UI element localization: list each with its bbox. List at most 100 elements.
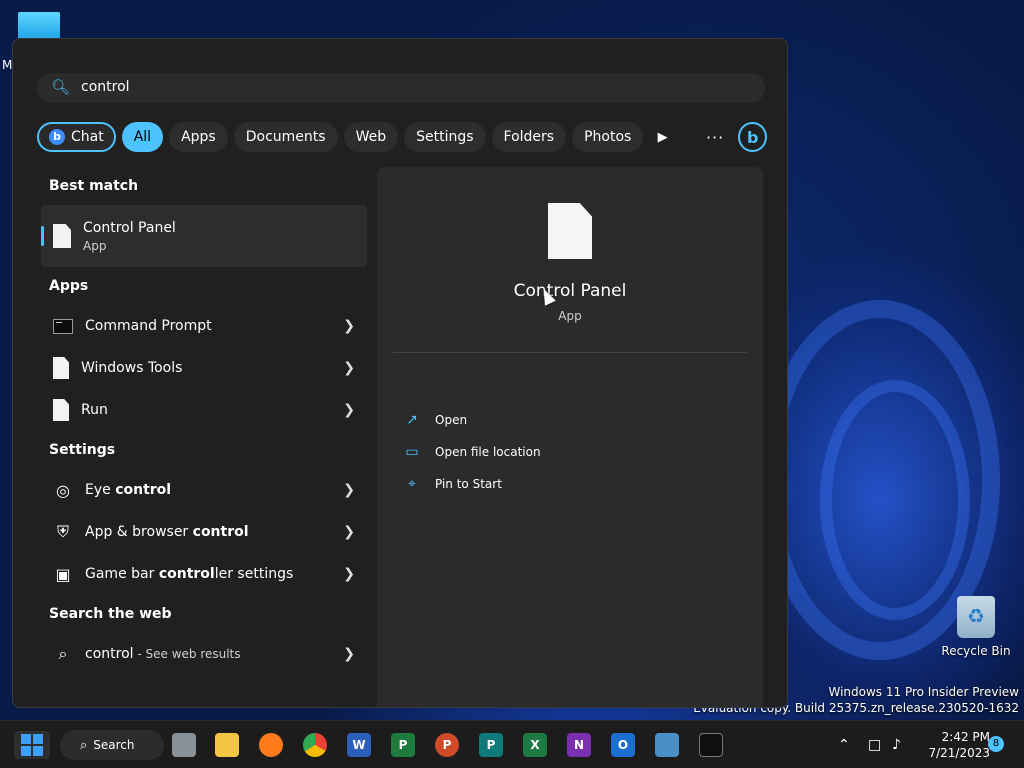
chevron-right-icon[interactable]: ❯ [343,360,355,376]
desktop-icon-label: M [2,58,13,72]
filter-bar: b Chat All Apps Documents Web Settings F… [37,121,767,153]
filter-apps[interactable]: Apps [169,122,228,152]
search-icon: 🔍︎ [51,78,71,96]
windows-logo-icon [21,734,43,756]
clock[interactable]: 2:42 PM 7/21/2023 [920,729,990,761]
folder-icon: ▭ [405,444,419,460]
settings-item-label: Eye control [85,482,172,498]
action-label: Pin to Start [435,477,502,491]
file-explorer-icon[interactable] [215,733,239,757]
app-item-command-prompt[interactable]: Command Prompt ❯ [41,305,367,347]
recycle-bin-label: Recycle Bin [941,644,1011,658]
chrome-icon[interactable] [303,733,327,757]
touch-keyboard-icon[interactable] [655,733,679,757]
web-search-item[interactable]: ⌕ control - See web results ❯ [41,633,367,675]
search-icon: ⌕ [58,644,68,663]
action-pin-to-start[interactable]: ⌖ Pin to Start [403,472,502,496]
filter-web[interactable]: Web [343,122,399,152]
chevron-right-icon[interactable]: ❯ [343,482,355,498]
best-match-item[interactable]: Control Panel App [41,205,367,267]
start-search-panel: 🔍︎ control b Chat All Apps Documents Web… [12,38,788,708]
document-icon [53,357,69,379]
action-label: Open file location [435,445,541,459]
command-prompt-icon [53,318,73,334]
filter-settings[interactable]: Settings [404,122,486,152]
preview-divider [393,352,747,353]
chat-button[interactable]: b Chat [37,122,116,152]
results-list: Best match Control Panel App Apps Comman… [41,167,367,675]
recycle-bin[interactable]: Recycle Bin [940,596,1012,658]
app-item-windows-tools[interactable]: Windows Tools ❯ [41,347,367,389]
recycle-bin-icon [957,596,995,638]
taskbar-search-label: Search [93,738,135,752]
taskbar-search-button[interactable]: ⌕ Search [60,730,164,760]
start-button[interactable] [14,731,50,759]
app-item-run[interactable]: Run ❯ [41,389,367,431]
eye-control-icon: ◎ [56,480,70,500]
bing-chat-icon: b [49,129,65,145]
more-options-icon[interactable]: ··· [702,123,729,151]
control-panel-large-icon [548,203,592,259]
settings-heading: Settings [49,442,116,458]
more-filters-arrow-icon[interactable]: ▶ [649,123,676,151]
settings-item-label: App & browser control [85,524,249,540]
notification-badge[interactable]: 8 [988,736,1004,752]
terminal-icon[interactable] [699,733,723,757]
document-icon [53,399,69,421]
wallpaper-swirl [820,380,970,620]
best-match-title: Control Panel [83,219,176,236]
filter-all[interactable]: All [121,122,164,152]
search-web-heading: Search the web [49,606,172,622]
show-hidden-icons-chevron-up-icon[interactable]: ⌃ [838,721,850,768]
app-item-label: Run [81,402,108,418]
clock-date: 7/21/2023 [928,746,990,760]
settings-item-eye-control[interactable]: ◎ Eye control ❯ [41,469,367,511]
game-bar-icon: ▣ [55,564,71,584]
filter-folders[interactable]: Folders [491,122,567,152]
action-open[interactable]: ↗ Open [403,408,467,432]
network-icon[interactable]: □ [868,721,881,768]
app-item-label: Command Prompt [85,318,212,334]
onenote-icon[interactable]: N [567,733,591,757]
powerpoint-icon[interactable]: P [435,733,459,757]
chevron-right-icon[interactable]: ❯ [343,524,355,540]
task-view-icon[interactable] [172,733,196,757]
project-icon[interactable]: P [391,733,415,757]
chevron-right-icon[interactable]: ❯ [343,402,355,418]
outlook-icon[interactable]: O [611,733,635,757]
open-external-icon: ↗ [406,412,418,428]
apps-heading: Apps [49,278,89,294]
action-open-file-location[interactable]: ▭ Open file location [403,440,541,464]
taskbar: ⌕ Search W P P P X N O ⌃ □ ♪ 2:42 PM 7/2… [0,720,1024,768]
publisher-icon[interactable]: P [479,733,503,757]
action-label: Open [435,413,468,427]
preview-pane: Control Panel App ↗ Open ▭ Open file loc… [377,167,763,707]
chevron-right-icon[interactable]: ❯ [343,318,355,334]
bing-icon[interactable]: b [738,122,767,152]
settings-item-game-bar[interactable]: ▣ Game bar controller settings ❯ [41,553,367,595]
clock-time: 2:42 PM [941,730,990,744]
chevron-right-icon[interactable]: ❯ [343,646,355,662]
firefox-icon[interactable] [259,733,283,757]
preview-title: Control Panel [513,281,627,301]
control-panel-icon [53,224,71,248]
preview-subtitle: App [558,309,582,323]
search-input[interactable]: control [81,79,130,95]
app-item-label: Windows Tools [81,360,183,376]
settings-item-app-browser-control[interactable]: ⛨ App & browser control ❯ [41,511,367,553]
pin-icon: ⌖ [408,476,416,492]
volume-icon[interactable]: ♪ [892,721,901,768]
filter-documents[interactable]: Documents [233,122,338,152]
search-icon: ⌕ [80,737,88,753]
shield-icon: ⛨ [56,522,69,541]
search-box[interactable]: 🔍︎ control [37,73,765,103]
best-match-subtitle: App [83,238,107,253]
best-match-heading: Best match [49,178,139,194]
word-icon[interactable]: W [347,733,371,757]
chat-label: Chat [71,129,104,145]
chevron-right-icon[interactable]: ❯ [343,566,355,582]
web-search-label: control - See web results [85,646,241,662]
filter-photos[interactable]: Photos [572,122,644,152]
settings-item-label: Game bar controller settings [85,566,294,582]
excel-icon[interactable]: X [523,733,547,757]
